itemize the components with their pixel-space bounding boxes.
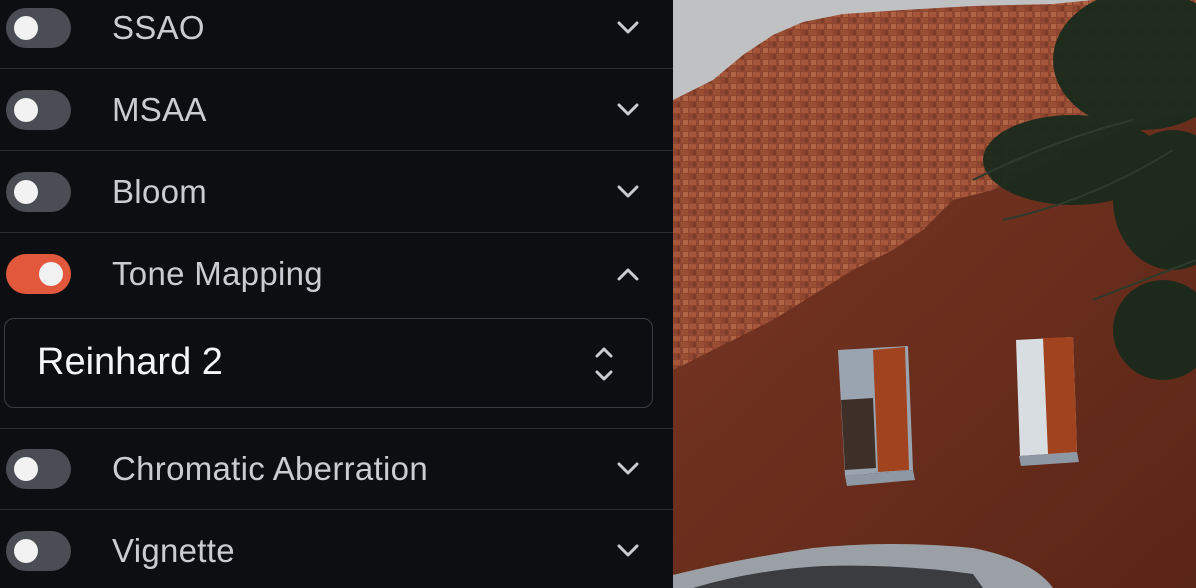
chevron-down-icon[interactable] bbox=[612, 535, 644, 567]
chevron-up-icon[interactable] bbox=[612, 258, 644, 290]
chevron-down-icon[interactable] bbox=[612, 453, 644, 485]
chromatic-aberration-toggle[interactable] bbox=[6, 448, 71, 489]
scene-viewport[interactable] bbox=[673, 0, 1196, 588]
chromatic-aberration-label: Chromatic Aberration bbox=[112, 449, 428, 487]
toggle-knob bbox=[14, 179, 38, 204]
chevron-down-icon[interactable] bbox=[612, 176, 644, 208]
toggle-knob bbox=[14, 97, 38, 122]
ssao-toggle[interactable] bbox=[6, 7, 71, 48]
tone-mapping-label: Tone Mapping bbox=[112, 255, 323, 292]
toggle-knob bbox=[14, 456, 38, 481]
tone-mapping-mode-select[interactable]: Reinhard 2 bbox=[4, 318, 653, 408]
toggle-knob bbox=[39, 262, 63, 286]
setting-row-msaa[interactable]: MSAA bbox=[0, 69, 673, 151]
setting-row-chromatic-aberration[interactable]: Chromatic Aberration bbox=[0, 428, 673, 510]
setting-row-bloom[interactable]: Bloom bbox=[0, 151, 673, 233]
vignette-label: Vignette bbox=[112, 532, 235, 569]
tone-mapping-mode-value: Reinhard 2 bbox=[37, 341, 223, 383]
msaa-toggle[interactable] bbox=[6, 89, 71, 130]
setting-row-vignette[interactable]: Vignette bbox=[0, 510, 673, 588]
scene-render bbox=[673, 0, 1196, 588]
bloom-toggle[interactable] bbox=[6, 171, 71, 212]
ssao-label: SSAO bbox=[112, 8, 205, 46]
toggle-knob bbox=[14, 15, 38, 40]
msaa-label: MSAA bbox=[112, 90, 207, 128]
app-root: SSAO MSAA Bloom Tone Mapping Reinhard 2 … bbox=[0, 0, 1196, 588]
up-down-arrows-icon bbox=[589, 343, 619, 385]
tone-mapping-toggle[interactable] bbox=[6, 254, 71, 294]
toggle-knob bbox=[14, 539, 38, 563]
chevron-down-icon[interactable] bbox=[612, 94, 644, 126]
bloom-label: Bloom bbox=[112, 172, 208, 210]
vignette-toggle[interactable] bbox=[6, 531, 71, 571]
setting-row-tone-mapping[interactable]: Tone Mapping bbox=[0, 233, 673, 315]
setting-row-ssao[interactable]: SSAO bbox=[0, 0, 673, 69]
post-processing-panel: SSAO MSAA Bloom Tone Mapping Reinhard 2 … bbox=[0, 0, 673, 588]
chevron-down-icon[interactable] bbox=[612, 12, 644, 44]
